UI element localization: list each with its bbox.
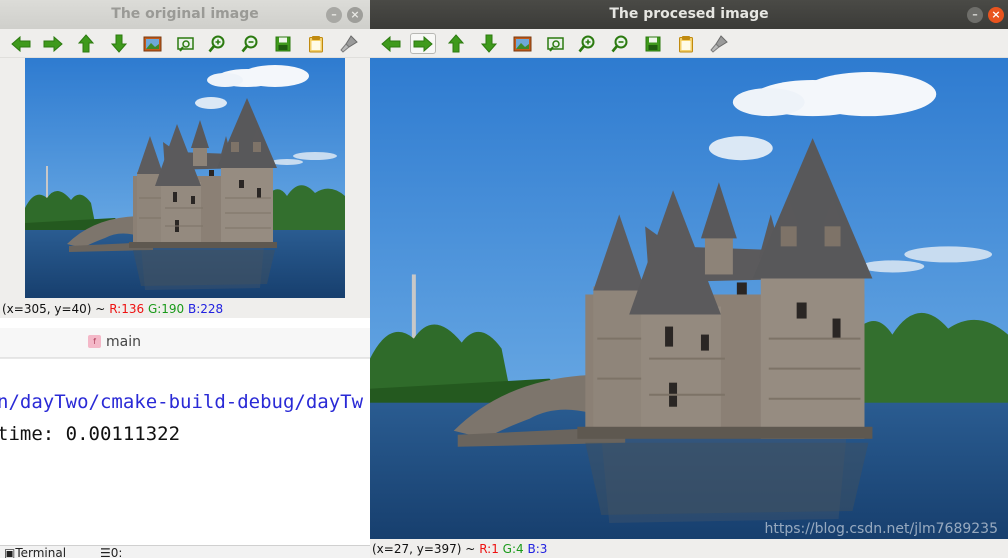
blue-value: B:3 [527,542,548,556]
terminal-tab[interactable]: ▣ Terminal [4,546,66,558]
zoom-in-icon [208,35,226,53]
pixel-status-bar: (x=305, y=40) ~ R:136 G:190 B:228 [0,299,370,318]
messages-tab-label: 0: Messages [110,546,123,558]
minimize-button[interactable]: – [967,7,983,23]
arrow-up-button[interactable] [443,33,469,54]
zoom-out-button[interactable] [237,33,263,54]
window-title: The original image [111,6,259,22]
brush-icon [710,34,728,53]
window-title: The procesed image [609,6,769,22]
processed-image[interactable]: https://blog.csdn.net/jlm7689235 [370,58,1008,539]
save-icon [645,36,661,52]
arrow-right-icon [413,35,433,52]
minimize-button[interactable]: – [326,7,342,23]
run-console: n/dayTwo/cmake-build-debug/dayTw time: 0… [0,358,370,538]
zoom-fit-icon [176,36,195,52]
save-icon [275,36,291,52]
arrow-down-icon [481,34,497,53]
properties-button[interactable] [303,33,329,54]
brush-button[interactable] [706,33,732,54]
pixel-status-bar: (x=27, y=397) ~ R:1 G:4 B:3 [370,539,1008,558]
brush-button[interactable] [336,33,362,54]
red-value: R:136 [109,302,145,316]
function-icon: f [88,335,101,348]
arrow-right-button[interactable] [40,33,66,54]
arrow-down-icon [111,34,127,53]
arrow-left-button[interactable] [378,33,404,54]
cursor-coords: (x=27, y=397) ~ [372,542,476,556]
properties-icon [678,35,694,53]
green-value: G:190 [147,302,185,316]
arrow-down-button[interactable] [106,33,132,54]
ide-background: f main n/dayTwo/cmake-build-debug/dayTw … [0,318,370,558]
image-button[interactable] [509,33,535,54]
close-button[interactable]: × [988,7,1004,23]
title-bar[interactable]: The original image – × [0,0,370,29]
arrow-right-button[interactable] [410,33,436,54]
red-value: R:1 [479,542,499,556]
original-image-window: The original image – × (x=305, y=40) ~ R… [0,0,370,318]
zoom-in-button[interactable] [204,33,230,54]
image-icon [143,36,162,52]
arrow-up-icon [78,34,94,53]
blue-value: B:228 [188,302,224,316]
zoom-fit-icon [546,36,565,52]
arrow-right-icon [43,35,63,52]
close-button[interactable]: × [347,7,363,23]
zoom-out-button[interactable] [607,33,633,54]
image-button[interactable] [139,33,165,54]
editor-file-tab[interactable]: f main [0,328,370,358]
arrow-left-icon [381,35,401,52]
toolbar [0,29,370,58]
arrow-up-icon [448,34,464,53]
arrow-down-button[interactable] [476,33,502,54]
file-tab-label: main [106,334,141,350]
watermark: https://blog.csdn.net/jlm7689235 [764,521,998,537]
console-time-line: time: 0.00111322 [0,423,181,445]
ide-tool-tabs: ▣ Terminal ☰ 0: Messages [0,545,370,558]
desktop: f main n/dayTwo/cmake-build-debug/dayTw … [0,0,1008,558]
zoom-in-icon [578,35,596,53]
original-image[interactable] [25,58,345,298]
properties-icon [308,35,324,53]
zoom-out-icon [241,35,259,53]
terminal-tab-label: Terminal [15,546,67,558]
zoom-in-button[interactable] [574,33,600,54]
title-bar[interactable]: The procesed image – × [370,0,1008,29]
brush-icon [340,34,358,53]
messages-tab[interactable]: ☰ 0: Messages [100,546,122,558]
zoom-out-icon [611,35,629,53]
image-icon [513,36,532,52]
green-value: G:4 [502,542,524,556]
save-button[interactable] [640,33,666,54]
properties-button[interactable] [673,33,699,54]
arrow-left-button[interactable] [8,33,34,54]
processed-image-window: The procesed image – × https://blog.csdn… [370,0,1008,558]
toolbar [370,29,1008,58]
save-button[interactable] [270,33,296,54]
zoom-fit-button[interactable] [542,33,568,54]
zoom-fit-button[interactable] [172,33,198,54]
arrow-left-icon [11,35,31,52]
console-path-line[interactable]: n/dayTwo/cmake-build-debug/dayTw [0,391,363,413]
arrow-up-button[interactable] [73,33,99,54]
cursor-coords: (x=305, y=40) ~ [2,302,106,316]
